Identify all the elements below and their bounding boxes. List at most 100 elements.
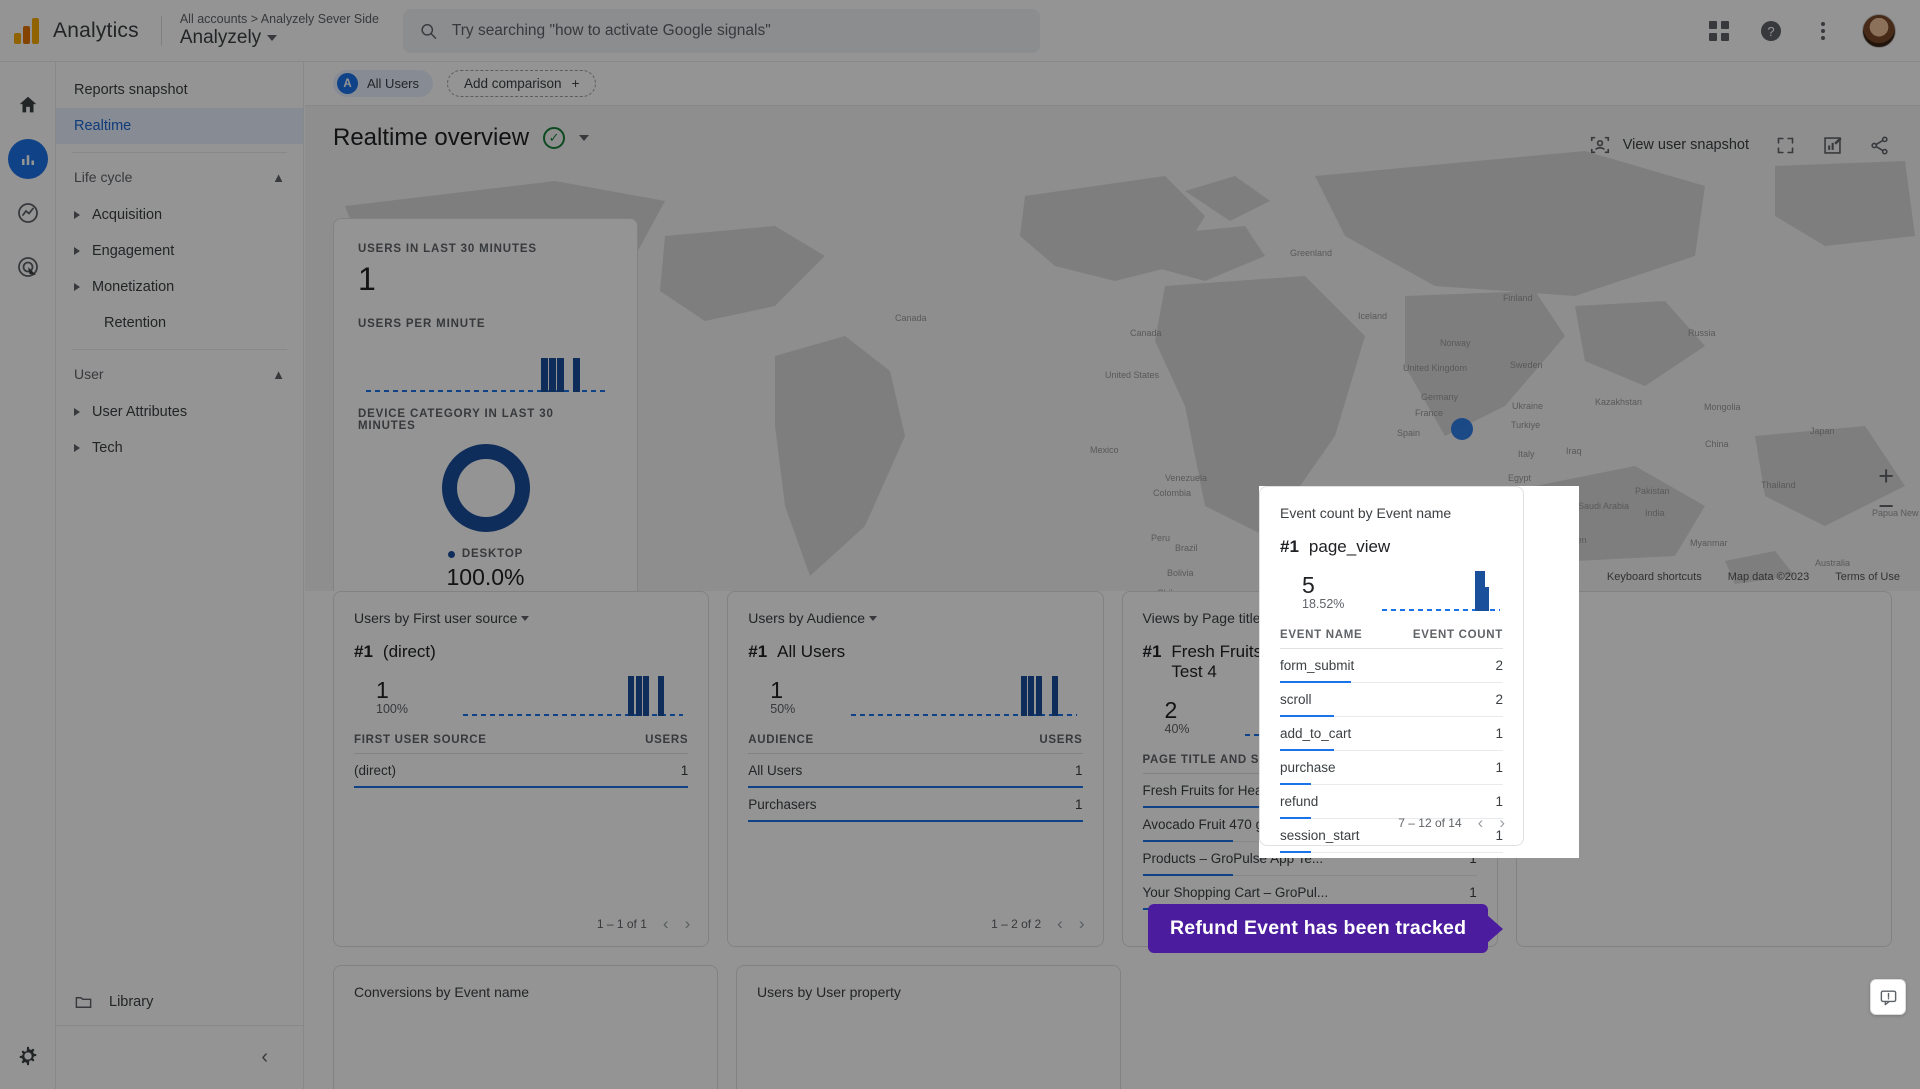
report-card-row-1: Users by First user source #1 (direct) 1… — [333, 591, 1892, 947]
row-value: 2 — [1495, 658, 1503, 673]
rail-item-explore[interactable] — [0, 186, 56, 240]
account-selector[interactable]: All accounts > Analyzely Sever Side Anal… — [180, 12, 379, 48]
svg-text:Peru: Peru — [1151, 533, 1170, 543]
table-row[interactable]: add_to_cart 1 — [1280, 717, 1503, 751]
chevron-down-icon[interactable] — [267, 34, 278, 41]
svg-text:Bolivia: Bolivia — [1167, 568, 1194, 578]
comparison-chip-all-users[interactable]: A All Users — [333, 70, 434, 97]
prev-page-button[interactable]: ‹ — [663, 914, 669, 934]
next-page-button[interactable]: › — [1499, 813, 1505, 833]
table-row[interactable]: (direct) 1 — [354, 754, 689, 788]
page-title-chevron-down-icon[interactable] — [579, 135, 590, 141]
chevron-down-icon[interactable] — [521, 615, 530, 621]
card-title[interactable]: Users by Audience — [748, 610, 1082, 626]
sidebar-item-engagement[interactable]: Engagement — [56, 233, 303, 269]
search-input[interactable] — [451, 21, 1024, 40]
card-big-value: 2 — [1164, 696, 1178, 723]
device-percent: 100.0% — [446, 564, 525, 590]
sidebar-item-user-attributes[interactable]: User Attributes — [56, 394, 303, 430]
table-row[interactable]: purchase 1 — [1280, 751, 1503, 785]
report-cards-area: Users by First user source #1 (direct) 1… — [305, 591, 1920, 1089]
apps-grid-icon[interactable] — [1706, 18, 1732, 44]
row-label: Your Shopping Cart – GroPul... — [1142, 885, 1329, 900]
avatar[interactable] — [1862, 13, 1896, 48]
table-row[interactable]: All Users 1 — [748, 754, 1083, 788]
send-feedback-button[interactable] — [1870, 979, 1906, 1015]
svg-text:Japan: Japan — [1810, 426, 1835, 436]
sidebar-item-label: Tech — [92, 440, 123, 456]
sidebar-item-realtime[interactable]: Realtime — [56, 108, 303, 144]
map-zoom-controls: + − — [1878, 461, 1894, 521]
svg-text:Pakistan: Pakistan — [1635, 486, 1670, 496]
help-icon[interactable]: ? — [1758, 18, 1784, 44]
prev-page-button[interactable]: ‹ — [1057, 914, 1063, 934]
map-zoom-out-button[interactable]: − — [1878, 491, 1894, 521]
next-page-button[interactable]: › — [685, 914, 691, 934]
card-percent: 100% — [376, 702, 408, 716]
svg-text:Brazil: Brazil — [1175, 543, 1198, 553]
rank-value: page_view — [1308, 537, 1391, 556]
chevron-right-icon — [74, 211, 80, 219]
card-pagination: 7 – 12 of 14 ‹ › — [1398, 813, 1505, 833]
sidebar-item-label: Retention — [104, 315, 167, 331]
card-title[interactable]: Users by User property — [757, 984, 1100, 1000]
sidebar-item-tech[interactable]: Tech — [56, 430, 303, 466]
column-header-right: EVENT COUNT — [1412, 629, 1503, 641]
legend-dot-icon — [447, 550, 455, 558]
callout-tooltip: Refund Event has been tracked — [1148, 904, 1489, 953]
realtime-map-panel[interactable]: Greenland Iceland Finland Norway Russia Swe… — [305, 106, 1920, 591]
table-row[interactable]: Purchasers 1 — [748, 788, 1083, 822]
sidebar-item-retention[interactable]: Retention — [56, 305, 303, 341]
table-row[interactable]: scroll 2 — [1280, 683, 1503, 717]
share-icon[interactable] — [1869, 135, 1890, 156]
card-sparkline — [1362, 563, 1503, 611]
sidebar-group-user[interactable]: User ▲ — [56, 354, 303, 394]
terms-of-use-link[interactable]: Terms of Use — [1835, 571, 1900, 583]
sidebar-group-life-cycle[interactable]: Life cycle ▲ — [56, 157, 303, 197]
table-row[interactable]: form_submit 2 — [1280, 649, 1503, 683]
chevron-right-icon — [74, 444, 80, 452]
rail-item-home[interactable] — [0, 78, 56, 132]
rail-item-settings[interactable] — [0, 1045, 56, 1067]
plus-icon: + — [571, 76, 580, 91]
row-value: 1 — [680, 763, 689, 778]
card-top-rank: #1 page_view — [1280, 537, 1503, 557]
home-icon — [19, 96, 37, 113]
svg-text:Turkiye: Turkiye — [1511, 420, 1540, 430]
svg-text:Italy: Italy — [1518, 449, 1535, 459]
card-title[interactable]: Event count by Event name — [1280, 505, 1503, 521]
sparkline-bar — [557, 358, 565, 392]
sidebar-item-monetization[interactable]: Monetization — [56, 269, 303, 305]
sparkline-baseline — [366, 390, 605, 392]
rail-item-reports[interactable] — [0, 132, 56, 186]
insights-edit-icon[interactable] — [1822, 135, 1843, 156]
user-snapshot-icon — [1590, 136, 1609, 154]
card-title[interactable]: Users by First user source — [354, 610, 688, 626]
row-value: 1 — [1495, 726, 1503, 741]
map-data-label: Map data ©2023 — [1727, 571, 1810, 583]
column-header-right: USERS — [1039, 734, 1083, 746]
report-card-row-2: Conversions by Event name Users by User … — [333, 965, 1892, 1089]
sidebar-item-acquisition[interactable]: Acquisition — [56, 197, 303, 233]
users-per-minute-label: USERS PER MINUTE — [358, 318, 486, 330]
chevron-up-icon[interactable]: ▲ — [272, 170, 285, 185]
kebab-menu-icon[interactable] — [1810, 18, 1836, 44]
prev-page-button[interactable]: ‹ — [1478, 813, 1484, 833]
svg-text:Iceland: Iceland — [1358, 311, 1387, 321]
gear-icon — [19, 1046, 37, 1066]
next-page-button[interactable]: › — [1079, 914, 1085, 934]
view-user-snapshot-button[interactable]: View user snapshot — [1589, 134, 1749, 156]
add-comparison-button[interactable]: Add comparison + — [447, 70, 597, 97]
map-zoom-in-button[interactable]: + — [1878, 461, 1894, 491]
chevron-up-icon[interactable]: ▲ — [272, 367, 285, 382]
sidebar-item-library[interactable]: Library — [56, 979, 304, 1025]
fullscreen-icon[interactable] — [1775, 135, 1796, 156]
sidebar-collapse-button[interactable]: ‹ — [56, 1025, 304, 1089]
card-title[interactable]: Conversions by Event name — [354, 984, 697, 1000]
rail-item-advertising[interactable] — [0, 240, 56, 294]
chevron-down-icon[interactable] — [868, 615, 877, 621]
sidebar-item-reports-snapshot[interactable]: Reports snapshot — [56, 72, 303, 108]
keyboard-shortcuts-link[interactable]: Keyboard shortcuts — [1607, 571, 1702, 583]
sparkline-baseline — [850, 714, 1078, 716]
search-bar[interactable] — [402, 8, 1040, 53]
